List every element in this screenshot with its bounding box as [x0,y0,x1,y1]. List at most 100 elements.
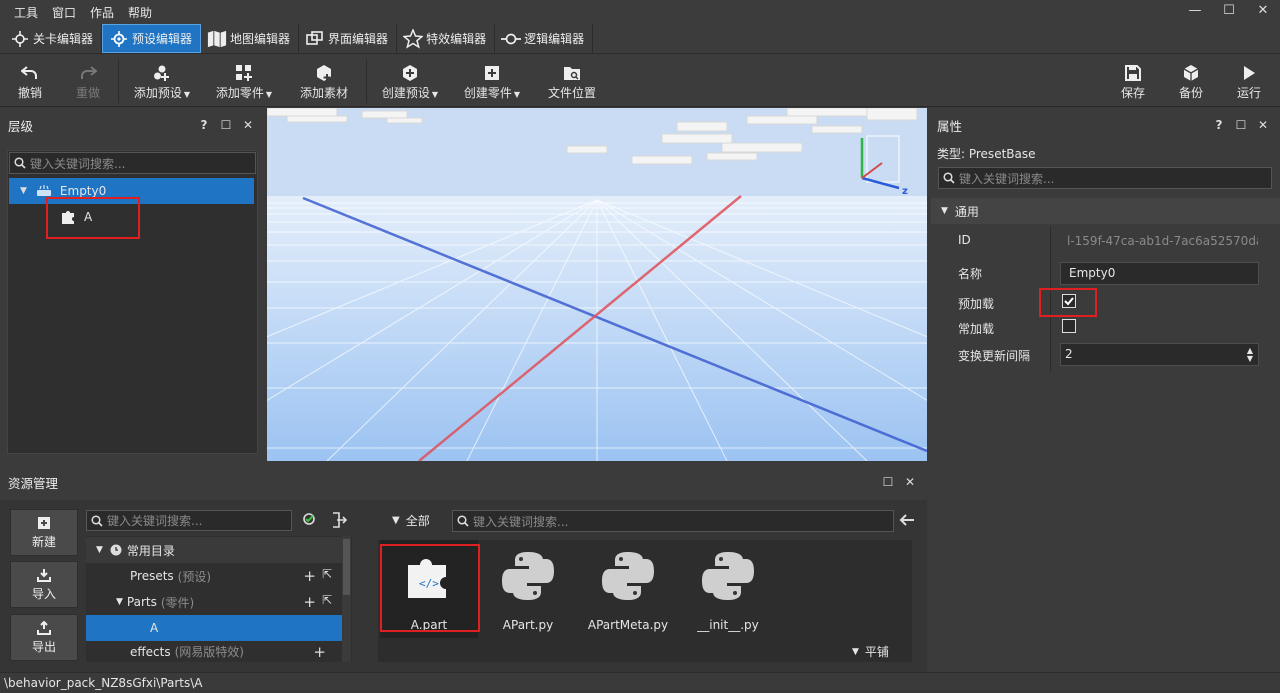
add-icon[interactable]: + [313,643,326,661]
import-icon [37,568,51,585]
highlight-box [46,197,140,239]
add-icon[interactable]: + [303,567,316,585]
search-icon [91,514,103,527]
tab-map-editor[interactable]: 地图编辑器 [201,24,300,53]
add-icon[interactable]: + [303,593,316,611]
add-part-button[interactable]: 添加零件 ▼ [214,55,274,107]
tree-row-parts[interactable]: ▼ Parts (零件) + ⇱ [86,589,342,615]
redo-button[interactable]: 重做 [70,55,106,107]
toolbar-divider [366,59,367,103]
layout-mode-toggle[interactable]: ▼ 平铺 [852,643,889,660]
add-asset-button[interactable]: 添加素材 [296,55,352,107]
tab-label: 界面编辑器 [328,32,389,46]
scene-viewport[interactable]: z [0,107,1228,462]
preset-node-icon [36,185,52,197]
float-button[interactable]: ☐ [1230,118,1252,132]
tab-logic-editor[interactable]: 逻辑编辑器 [495,24,594,53]
section-general[interactable]: ▼ 通用 [931,198,1280,224]
properties-panel: 属性 ? ☐ ✕ [929,108,1280,672]
locate-icon[interactable] [302,512,318,531]
filter-icon: ▼ [392,515,400,526]
close-window-button[interactable]: ✕ [1246,0,1280,24]
tab-preset-editor[interactable]: 预设编辑器 [102,24,202,53]
create-preset-button[interactable]: 创建预设 ▼ [380,55,440,107]
float-button[interactable]: ☐ [877,475,899,489]
name-field[interactable]: Empty0 [1060,262,1259,285]
collapse-arrow-icon: ▼ [941,206,948,216]
open-folder-icon[interactable]: ⇱ [322,567,332,585]
tab-ui-editor[interactable]: 界面编辑器 [299,24,398,53]
spin-arrows-icon[interactable]: ▲ ▼ [1247,344,1253,363]
tab-label: 关卡编辑器 [33,32,94,46]
backup-icon [1182,62,1200,84]
tab-effects-editor[interactable]: 特效编辑器 [397,24,496,53]
resident-label: 常加载 [958,322,995,336]
tree-row-presets[interactable]: Presets (预设) + ⇱ [86,563,342,589]
add-asset-icon [315,62,333,84]
import-button[interactable]: 导入 [10,561,78,608]
status-bar: \behavior_pack_NZ8sGfxi\Parts\A [0,672,1280,693]
python-file-icon [601,546,655,606]
toolbar-divider [118,59,119,103]
float-button[interactable]: ☐ [215,118,237,132]
save-button[interactable]: 保存 [1116,55,1150,107]
hierarchy-tree: 键入关键词搜索... ▼ Empty0 A [7,150,258,454]
interval-label: 变换更新间隔 [958,349,1031,363]
tab-label: 预设编辑器 [132,32,193,46]
help-button[interactable]: ? [1208,118,1230,132]
play-icon [1242,62,1256,84]
properties-search-input[interactable]: 键入关键词搜索... [938,167,1272,189]
maximize-button[interactable]: ☐ [1212,0,1246,24]
menu-help[interactable]: 帮助 [121,4,159,21]
tree-scrollbar[interactable] [342,536,351,662]
tree-row-part-a[interactable]: A [86,615,342,641]
backup-button[interactable]: 备份 [1174,55,1208,107]
menu-tools[interactable]: 工具 [0,4,45,21]
add-preset-button[interactable]: 添加预设 ▼ [132,55,192,107]
file-item-init-py[interactable]: __init__.py [679,540,777,638]
name-label: 名称 [958,267,983,281]
hierarchy-header: 层级 ? ☐ ✕ [0,108,265,142]
run-button[interactable]: 运行 [1232,55,1266,107]
hierarchy-search-input[interactable]: 键入关键词搜索... [9,152,256,174]
close-panel-button[interactable]: ✕ [237,118,259,132]
folder-icon [563,62,581,84]
help-button[interactable]: ? [193,118,215,132]
menu-window[interactable]: 窗口 [45,4,83,21]
resident-checkbox[interactable] [1062,319,1076,333]
tree-row-common[interactable]: ▼ 常用目录 [86,537,342,563]
collapse-all-icon[interactable] [331,512,348,531]
create-part-button[interactable]: 创建零件 ▼ [462,55,522,107]
new-asset-button[interactable]: 新建 [10,509,78,556]
redo-icon [79,62,97,84]
close-panel-button[interactable]: ✕ [899,475,921,489]
file-item-apartmeta-py[interactable]: APartMeta.py [579,540,677,638]
search-icon [457,515,469,527]
file-location-button[interactable]: 文件位置 [544,55,600,107]
tree-label-empty0: Empty0 [59,184,107,198]
filter-dropdown[interactable]: ▼ 全部 [392,512,430,529]
add-part-icon [235,62,253,84]
tree-row-effects[interactable]: effects (网易版特效) + [86,641,342,662]
close-panel-button[interactable]: ✕ [1252,118,1274,132]
undo-button[interactable]: 撤销 [12,55,48,107]
interval-spinbox[interactable]: 2 ▲ ▼ [1060,343,1259,366]
add-preset-icon [153,62,171,84]
export-icon [37,620,51,638]
tab-level-editor[interactable]: 关卡编辑器 [4,24,103,53]
tab-label: 逻辑编辑器 [524,32,585,46]
python-file-icon [701,546,755,606]
filter-icon: ▼ [852,646,859,657]
open-folder-icon[interactable]: ⇱ [322,593,332,611]
back-arrow-icon[interactable] [899,513,915,530]
new-file-icon [37,516,51,533]
file-item-apart-py[interactable]: APart.py [479,540,577,638]
menu-works[interactable]: 作品 [83,4,121,21]
export-button[interactable]: 导出 [10,614,78,661]
clock-icon [110,544,122,556]
asset-grid-search-input[interactable]: 键入关键词搜索... [452,510,894,532]
asset-tree-search-input[interactable]: 键入关键词搜索... [86,510,292,531]
minimize-button[interactable]: — [1178,0,1212,24]
tab-label: 特效编辑器 [426,32,487,46]
expand-arrow-icon: ▼ [116,597,123,607]
